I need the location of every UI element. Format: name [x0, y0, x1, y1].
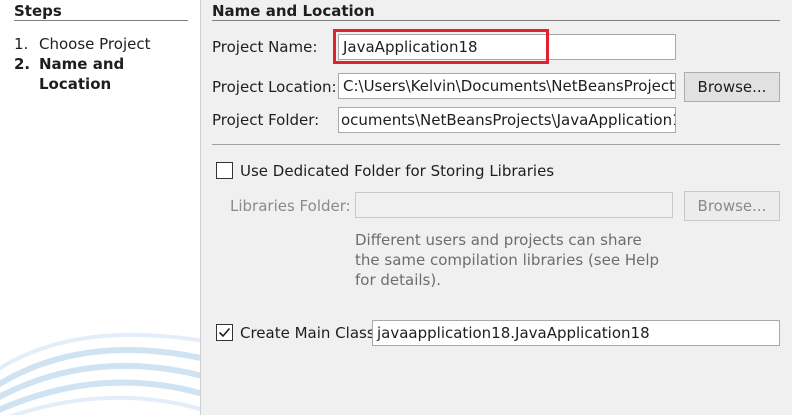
options-separator [212, 144, 780, 145]
libraries-help-text: Different users and projects can share t… [355, 231, 660, 289]
annotation-highlight-box [333, 29, 549, 64]
panel-divider [200, 0, 201, 415]
libraries-folder-label: Libraries Folder: [230, 197, 351, 215]
create-main-class-label[interactable]: Create Main Class [240, 324, 375, 342]
libraries-folder-input[interactable] [355, 192, 673, 218]
step-number: 1. [14, 35, 29, 53]
netbeans-swoosh-graphic [0, 332, 200, 415]
step-name-and-location: 2. Name and Location [14, 54, 139, 94]
browse-libraries-button[interactable]: Browse... [684, 191, 780, 221]
project-location-label: Project Location: [212, 78, 337, 96]
step-label: Name and Location [39, 55, 125, 93]
dedicated-folder-checkbox[interactable] [216, 162, 233, 179]
step-label: Choose Project [39, 35, 151, 53]
main-class-input[interactable]: javaapplication18.JavaApplication18 [372, 320, 780, 346]
project-folder-field: ocuments\NetBeansProjects\JavaApplicatio… [338, 107, 676, 133]
project-location-input[interactable]: C:\Users\Kelvin\Documents\NetBeansProjec… [338, 73, 676, 99]
checkmark-icon [218, 327, 231, 338]
steps-divider [14, 20, 188, 21]
step-number: 2. [14, 55, 31, 73]
dedicated-folder-label[interactable]: Use Dedicated Folder for Storing Librari… [240, 162, 554, 180]
steps-panel: Steps 1. Choose Project 2. Name and Locati… [0, 0, 200, 415]
browse-location-button[interactable]: Browse... [684, 72, 780, 102]
steps-heading: Steps [14, 2, 62, 20]
step-choose-project: 1. Choose Project [14, 34, 150, 54]
section-divider [212, 20, 780, 21]
section-title: Name and Location [212, 2, 375, 20]
create-main-class-checkbox[interactable] [216, 324, 233, 341]
project-name-label: Project Name: [212, 38, 318, 56]
project-folder-label: Project Folder: [212, 111, 320, 129]
